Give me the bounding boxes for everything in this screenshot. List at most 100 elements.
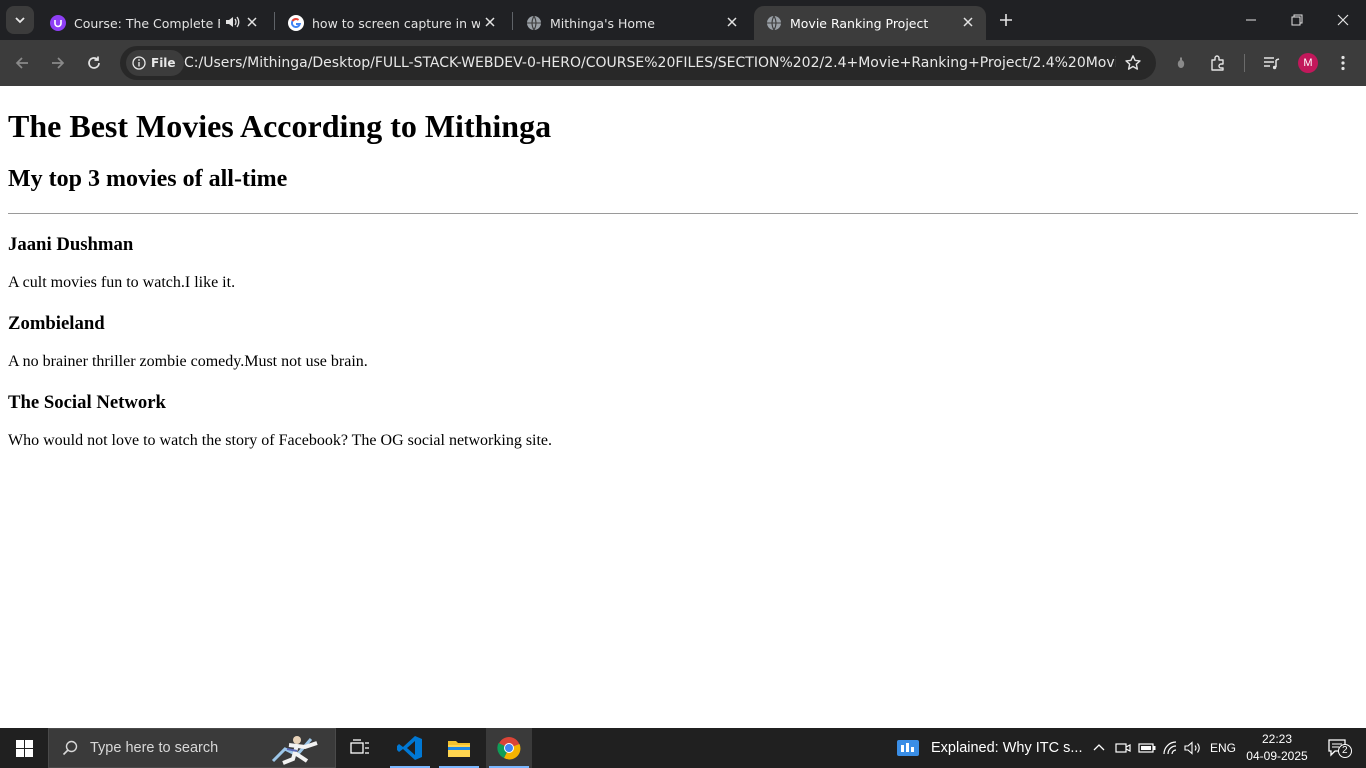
browser-tab-course[interactable]: Course: The Complete Full-S xyxy=(38,6,270,40)
tab-search-button[interactable] xyxy=(6,6,34,34)
tab-title: how to screen capture in windo xyxy=(312,15,480,31)
meet-now-icon xyxy=(1115,743,1131,753)
arrow-left-icon xyxy=(15,57,28,69)
udemy-icon xyxy=(50,15,66,31)
chrome-icon xyxy=(497,737,521,760)
site-info-chip[interactable]: File xyxy=(126,50,184,76)
close-icon xyxy=(727,17,737,27)
close-icon xyxy=(485,17,495,27)
taskbar-search-box[interactable]: Type here to search xyxy=(48,728,336,768)
profile-avatar[interactable]: M xyxy=(1298,53,1318,73)
chrome-taskbar-button[interactable] xyxy=(486,728,532,768)
chevron-up-icon xyxy=(1093,744,1105,751)
page-title: The Best Movies According to Mithinga xyxy=(8,108,552,144)
browser-tab-movie-ranking[interactable]: Movie Ranking Project xyxy=(754,6,986,40)
toolbar-divider xyxy=(1244,54,1245,72)
volume-button[interactable] xyxy=(1182,728,1204,768)
bookmark-star-icon[interactable] xyxy=(1124,54,1142,72)
globe-icon xyxy=(527,15,541,31)
clock-time: 22:23 xyxy=(1261,732,1293,746)
start-button[interactable] xyxy=(0,728,48,768)
extensions-puzzle-icon[interactable] xyxy=(1207,52,1229,74)
movie-entry: Zombieland A no brainer thriller zombie … xyxy=(8,313,1358,372)
close-icon xyxy=(247,17,257,27)
vscode-taskbar-button[interactable] xyxy=(387,728,433,768)
new-tab-button[interactable] xyxy=(994,8,1018,32)
movie-entry: Jaani Dushman A cult movies fun to watch… xyxy=(8,234,1358,293)
plus-icon xyxy=(1000,14,1012,26)
kebab-menu-icon[interactable] xyxy=(1332,52,1354,74)
tab-close-button[interactable] xyxy=(960,14,976,30)
tab-title: Course: The Complete Full-S xyxy=(74,15,220,31)
news-widget[interactable]: Explained: Why ITC s... xyxy=(896,728,1083,768)
browser-toolbar: File C:/Users/Mithinga/Desktop/FULL-STAC… xyxy=(0,40,1366,86)
chevron-down-icon xyxy=(15,17,25,24)
horizontal-rule xyxy=(8,213,1358,214)
show-hidden-icons-button[interactable] xyxy=(1088,728,1110,768)
clock-date: 04-09-2025 xyxy=(1246,749,1308,763)
page-subtitle: My top 3 movies of all-time xyxy=(8,166,288,192)
windows-taskbar: Type here to search Explained: Why ITC s… xyxy=(0,728,1366,768)
restore-icon xyxy=(1291,14,1303,26)
minimize-button[interactable] xyxy=(1228,0,1274,40)
system-clock[interactable]: 22:23 04-09-2025 xyxy=(1240,731,1314,765)
folder-icon xyxy=(448,741,470,757)
forward-button[interactable] xyxy=(44,49,72,77)
task-view-button[interactable] xyxy=(337,728,383,768)
battery-icon xyxy=(1138,743,1156,753)
movie-title: The Social Network xyxy=(8,392,166,413)
movie-title: Zombieland xyxy=(8,313,105,334)
url-text[interactable]: C:/Users/Mithinga/Desktop/FULL-STACK-WEB… xyxy=(184,55,1116,71)
speaker-icon xyxy=(1184,741,1200,755)
tab-title: Mithinga's Home xyxy=(550,15,655,31)
globe-icon xyxy=(767,15,781,31)
extension-dot-icon[interactable] xyxy=(1170,52,1192,74)
close-icon xyxy=(963,17,973,27)
file-explorer-taskbar-button[interactable] xyxy=(436,728,482,768)
movie-title: Jaani Dushman xyxy=(8,234,134,255)
tab-title: Movie Ranking Project xyxy=(790,15,929,31)
movie-description: Who would not love to watch the story of… xyxy=(8,432,553,449)
tab-separator xyxy=(274,12,275,30)
scheme-label: File xyxy=(151,56,176,70)
input-language-button[interactable]: ENG xyxy=(1206,728,1240,768)
minimize-icon xyxy=(1246,19,1256,21)
browser-tab-google[interactable]: how to screen capture in windo xyxy=(276,6,508,40)
network-button[interactable] xyxy=(1160,728,1182,768)
speaker-icon[interactable] xyxy=(224,14,240,30)
browser-tab-strip: Course: The Complete Full-S how to scree… xyxy=(0,0,1366,40)
news-headline: Explained: Why ITC s... xyxy=(931,740,1083,756)
google-icon xyxy=(288,15,304,31)
search-placeholder: Type here to search xyxy=(90,740,219,756)
search-highlight-illustration xyxy=(271,736,318,765)
movie-entry: The Social Network Who would not love to… xyxy=(8,392,1358,451)
notification-center-button[interactable]: 2 xyxy=(1318,728,1358,768)
windows-logo-icon xyxy=(15,739,33,757)
wifi-icon xyxy=(1163,741,1177,755)
language-label: ENG xyxy=(1209,741,1236,755)
tab-close-button[interactable] xyxy=(724,14,740,30)
restore-button[interactable] xyxy=(1274,0,1320,40)
movie-description: A cult movies fun to watch.I like it. xyxy=(8,274,236,291)
media-controls-icon[interactable] xyxy=(1260,52,1282,74)
info-icon xyxy=(132,56,146,70)
news-icon xyxy=(897,740,919,756)
vscode-icon xyxy=(397,736,422,760)
tab-close-button[interactable] xyxy=(244,14,260,30)
back-button[interactable] xyxy=(8,49,36,77)
address-bar[interactable]: File C:/Users/Mithinga/Desktop/FULL-STAC… xyxy=(120,46,1156,80)
tab-close-button[interactable] xyxy=(482,14,498,30)
close-icon xyxy=(1337,14,1349,26)
movie-description: A no brainer thriller zombie comedy.Must… xyxy=(8,353,368,370)
close-window-button[interactable] xyxy=(1320,0,1366,40)
arrow-right-icon xyxy=(52,57,65,69)
battery-button[interactable] xyxy=(1136,728,1158,768)
reload-button[interactable] xyxy=(80,49,108,77)
tab-separator xyxy=(512,12,513,30)
reload-icon xyxy=(88,56,100,69)
web-page-content: The Best Movies According to Mithinga My… xyxy=(0,86,1366,728)
browser-tab-home[interactable]: Mithinga's Home xyxy=(514,6,750,40)
tray-device-icon[interactable] xyxy=(1112,728,1134,768)
search-icon xyxy=(62,740,78,756)
notification-count-badge: 2 xyxy=(1338,744,1352,758)
